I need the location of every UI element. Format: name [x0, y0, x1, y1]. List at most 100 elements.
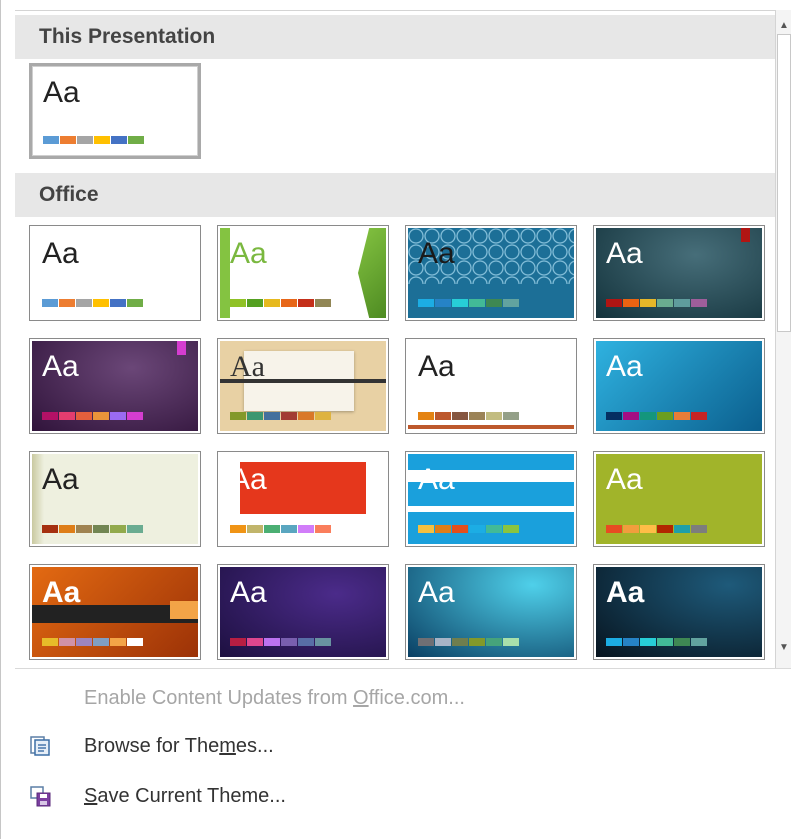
theme-preview: Aa [408, 228, 574, 318]
theme-preview: Aa [220, 567, 386, 657]
color-swatch [623, 412, 639, 420]
color-swatch [42, 299, 58, 307]
theme-thumbnail-current[interactable]: Aa [29, 63, 201, 159]
color-swatch [674, 299, 690, 307]
color-swatch [298, 412, 314, 420]
enable-content-updates-label: Enable Content Updates from Office.com..… [84, 687, 465, 709]
color-swatch [469, 412, 485, 420]
color-swatch [247, 525, 263, 533]
color-swatch [691, 638, 707, 646]
theme-color-swatches [606, 299, 708, 307]
color-swatch [623, 525, 639, 533]
color-swatch [657, 299, 673, 307]
theme-preview: Aa [408, 341, 574, 431]
theme-thumbnail-circuit[interactable]: Aa [405, 451, 577, 547]
theme-aa-label: Aa [418, 463, 455, 496]
theme-thumbnail-wisp[interactable]: Aa [29, 451, 201, 547]
color-swatch [76, 525, 92, 533]
theme-color-swatches [42, 412, 144, 420]
color-swatch [298, 638, 314, 646]
color-swatch [674, 638, 690, 646]
theme-thumbnail-office-theme[interactable]: Aa [29, 225, 201, 321]
color-swatch [691, 525, 707, 533]
theme-aa-label: Aa [418, 237, 455, 270]
scroll-down-arrow-icon[interactable]: ▼ [776, 638, 791, 658]
theme-aa-label: Aa [606, 463, 643, 496]
theme-aa-label: Aa [230, 350, 265, 383]
color-swatch [503, 299, 519, 307]
theme-thumbnail-organic[interactable]: Aa [217, 338, 389, 434]
theme-thumbnail-facet[interactable]: Aa [217, 225, 389, 321]
color-swatch [264, 638, 280, 646]
vertical-scrollbar[interactable]: ▲ ▼ [775, 10, 791, 668]
color-swatch [452, 412, 468, 420]
theme-preview: Aa [408, 567, 574, 657]
themes-gallery: This Presentation Aa Office Aa Aa Aa Aa Aa Aa… [15, 10, 775, 669]
color-swatch [127, 638, 143, 646]
save-current-theme-label: Save Current Theme... [84, 785, 286, 807]
color-swatch [76, 638, 92, 646]
theme-color-swatches [230, 525, 332, 533]
theme-color-swatches [230, 638, 332, 646]
color-swatch [247, 412, 263, 420]
theme-preview: Aa [220, 341, 386, 431]
theme-color-swatches [42, 638, 144, 646]
color-swatch [264, 525, 280, 533]
theme-accent-shape [220, 228, 230, 318]
color-swatch [469, 299, 485, 307]
theme-thumbnail-berlin[interactable]: Aa [217, 451, 389, 547]
theme-preview: Aa [596, 567, 762, 657]
color-swatch [691, 412, 707, 420]
theme-color-swatches [606, 412, 708, 420]
color-swatch [691, 299, 707, 307]
color-swatch [281, 299, 297, 307]
theme-thumbnail-slice[interactable]: Aa [593, 338, 765, 434]
color-swatch [281, 638, 297, 646]
theme-thumbnail-mesh[interactable]: Aa [405, 564, 577, 660]
theme-color-swatches [606, 525, 708, 533]
color-swatch [298, 525, 314, 533]
theme-thumbnail-main-event[interactable]: Aa [217, 564, 389, 660]
theme-accent-shape [408, 425, 574, 429]
color-swatch [264, 412, 280, 420]
theme-color-swatches [418, 412, 520, 420]
color-swatch [606, 525, 622, 533]
save-current-theme-item[interactable]: Save Current Theme... [15, 774, 775, 818]
color-swatch [657, 638, 673, 646]
color-swatch [469, 638, 485, 646]
theme-preview: Aa [596, 228, 762, 318]
color-swatch [230, 299, 246, 307]
color-swatch [111, 136, 127, 144]
color-swatch [43, 136, 59, 144]
theme-aa-label: Aa [42, 237, 79, 270]
browse-for-themes-item[interactable]: Browse for Themes... [15, 724, 775, 768]
theme-aa-label: Aa [230, 576, 267, 609]
theme-thumbnail-dividend[interactable]: Aa [593, 451, 765, 547]
color-swatch [110, 299, 126, 307]
theme-thumbnail-frame[interactable]: Aa [29, 564, 201, 660]
theme-thumbnail-integral[interactable]: Aa [405, 225, 577, 321]
theme-thumbnail-ion-boardroom[interactable]: Aa [29, 338, 201, 434]
color-swatch [674, 412, 690, 420]
color-swatch [59, 638, 75, 646]
theme-accent-shape [170, 601, 198, 619]
color-swatch [315, 525, 331, 533]
theme-preview: Aa [32, 228, 198, 318]
color-swatch [230, 525, 246, 533]
theme-thumbnail-retrospect[interactable]: Aa [405, 338, 577, 434]
scrollbar-thumb[interactable] [777, 34, 791, 332]
color-swatch [418, 299, 434, 307]
color-swatch [230, 412, 246, 420]
color-swatch [110, 638, 126, 646]
theme-preview: Aa [596, 454, 762, 544]
theme-thumbnail-ion-dark[interactable]: Aa [593, 225, 765, 321]
theme-aa-label: Aa [42, 576, 81, 609]
color-swatch [127, 299, 143, 307]
scroll-up-arrow-icon[interactable]: ▲ [776, 16, 791, 36]
color-swatch [657, 525, 673, 533]
color-swatch [230, 638, 246, 646]
theme-thumbnail-savon[interactable]: Aa [593, 564, 765, 660]
color-swatch [486, 412, 502, 420]
section-header-office: Office [15, 173, 775, 217]
color-swatch [128, 136, 144, 144]
